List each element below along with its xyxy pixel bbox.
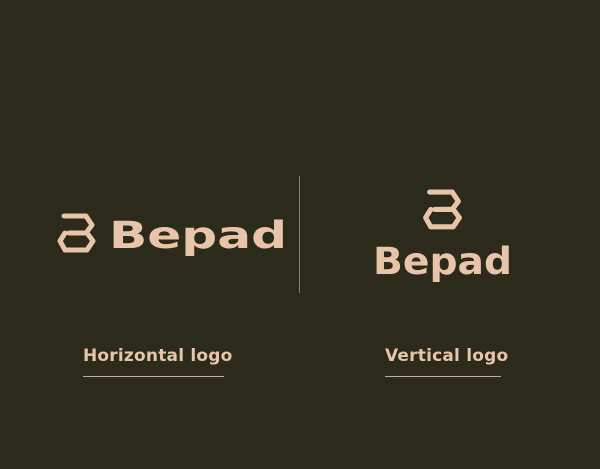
vertical-logo: Bepad	[372, 188, 514, 282]
hexagonal-b-mark-icon	[423, 189, 462, 230]
divider	[299, 176, 300, 293]
vertical-caption-underline	[385, 376, 501, 377]
horizontal-logo-caption: Horizontal logo	[83, 346, 233, 366]
logo-presentation: Bepad Bepad Horizontal logo Vertical log…	[0, 0, 600, 469]
wordmark: Bepad	[373, 240, 512, 282]
horizontal-caption-underline	[83, 376, 224, 377]
svg-text:Bepad: Bepad	[109, 214, 287, 256]
hexagonal-b-mark-icon	[57, 213, 96, 253]
svg-text:Bepad: Bepad	[373, 240, 512, 282]
vertical-logo-caption: Vertical logo	[385, 346, 509, 366]
horizontal-logo: Bepad	[57, 210, 289, 258]
wordmark: Bepad	[109, 214, 287, 256]
